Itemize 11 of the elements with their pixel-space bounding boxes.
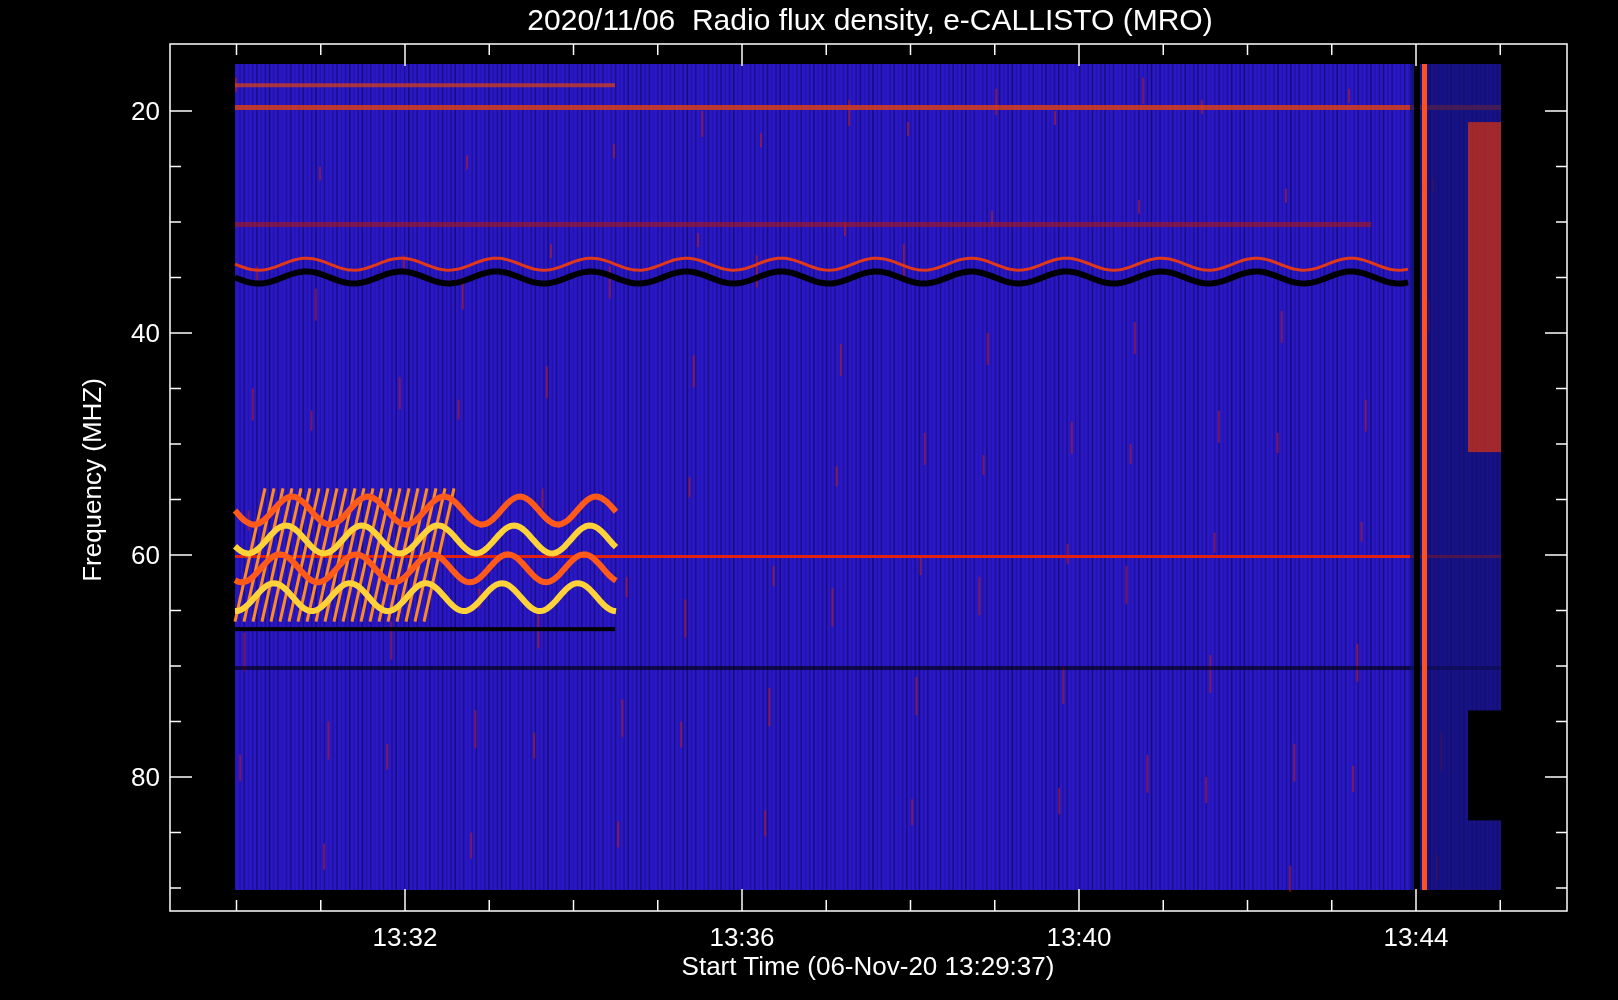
y-tick-label: 60: [131, 540, 160, 570]
x-tick-label: 13:44: [1383, 922, 1449, 952]
x-tick-label: 13:36: [709, 922, 775, 952]
chart-title: 2020/11/06 Radio flux density, e-CALLISTO (MRO): [527, 3, 1213, 36]
y-tick-label: 80: [131, 762, 160, 792]
x-tick-label: 13:32: [372, 922, 438, 952]
x-tick-label: 13:40: [1046, 922, 1112, 952]
y-tick-label: 20: [131, 96, 160, 126]
y-tick-label: 40: [131, 318, 160, 348]
y-axis-label: Frequency (MHZ): [77, 378, 107, 582]
x-axis-label: Start Time (06-Nov-20 13:29:37): [681, 951, 1055, 981]
